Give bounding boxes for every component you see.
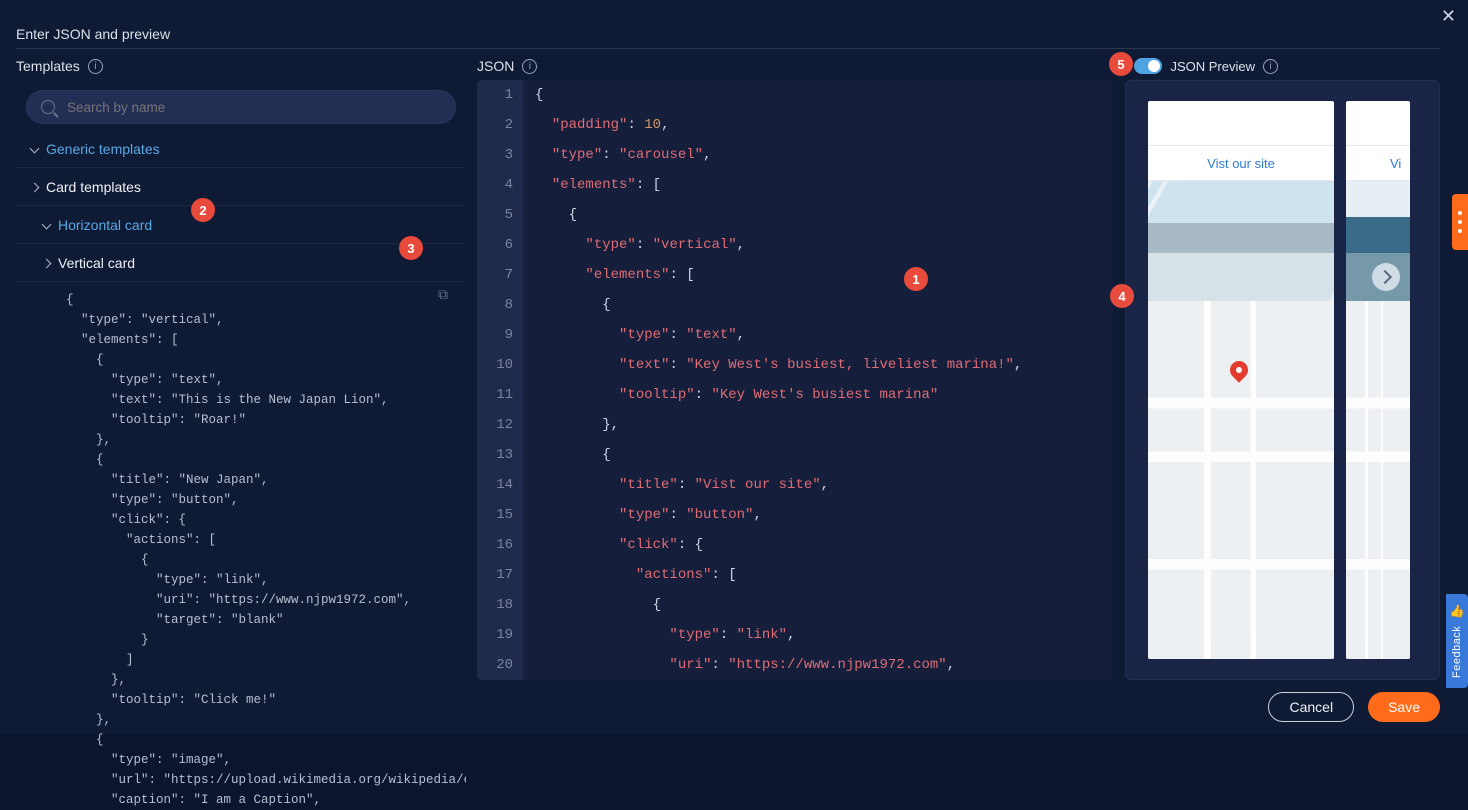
preview-column: Vist our site Vi: [1125, 80, 1440, 680]
dialog-footer: Cancel Save: [1268, 692, 1440, 722]
json-code-area[interactable]: { "padding": 10, "type": "carousel", "el…: [523, 80, 1113, 680]
vertical-card-code-block: ⧉ { "type": "vertical", "elements": [ { …: [16, 282, 466, 810]
json-preview-toggle-group: JSON Preview i: [1134, 58, 1278, 74]
annotation-badge-3: 3: [399, 236, 423, 260]
template-code-snippet[interactable]: { "type": "vertical", "elements": [ { "t…: [16, 282, 466, 810]
thumbs-up-icon: 👍: [1450, 604, 1464, 619]
annotation-badge-1: 1: [904, 267, 928, 291]
preview-card-link[interactable]: Vist our site: [1148, 145, 1334, 181]
templates-column: Generic templates Card templates Horizon…: [16, 80, 466, 680]
chevron-down-icon: [42, 220, 51, 229]
preview-card-1: Vist our site: [1148, 101, 1334, 659]
json-preview-dialog: ✕ Enter JSON and preview Templates i JSO…: [0, 0, 1468, 734]
preview-carousel[interactable]: Vist our site Vi: [1148, 101, 1439, 659]
tree-label: Card templates: [46, 179, 141, 195]
templates-label-text: Templates: [16, 58, 80, 74]
search-icon: [41, 100, 55, 114]
preview-card-map[interactable]: [1148, 301, 1334, 659]
json-label-text: JSON: [477, 58, 514, 74]
json-section-label: JSON i: [477, 58, 537, 74]
template-search-input[interactable]: [65, 99, 441, 116]
preview-card-2: Vi: [1346, 101, 1410, 659]
json-editor-column: 1234567891011121314151617181920 { "paddi…: [477, 80, 1113, 680]
line-number-gutter: 1234567891011121314151617181920: [477, 80, 523, 680]
json-preview-toggle[interactable]: [1134, 58, 1162, 74]
json-editor[interactable]: 1234567891011121314151617181920 { "paddi…: [477, 80, 1113, 680]
tree-generic-templates[interactable]: Generic templates: [16, 130, 466, 168]
close-icon[interactable]: ✕: [1441, 6, 1456, 27]
feedback-label: Feedback: [1451, 625, 1463, 677]
info-icon[interactable]: i: [88, 59, 103, 74]
feedback-tab[interactable]: Feedback 👍: [1446, 594, 1468, 688]
dialog-title: Enter JSON and preview: [16, 26, 170, 42]
card-text-area: [1148, 101, 1334, 145]
preview-card-image: [1148, 181, 1334, 301]
card-text-area: [1346, 101, 1410, 145]
template-search[interactable]: [26, 90, 456, 124]
side-menu-tab[interactable]: [1452, 194, 1468, 250]
chevron-up-icon: [30, 182, 39, 191]
map-pin-icon: [1226, 357, 1251, 382]
annotation-badge-4: 4: [1110, 284, 1134, 308]
chevron-down-icon: [30, 144, 39, 153]
tree-label: Vertical card: [58, 255, 135, 271]
preview-card-image: [1346, 181, 1410, 301]
info-icon[interactable]: i: [522, 59, 537, 74]
preview-card-map[interactable]: [1346, 301, 1410, 659]
templates-section-label: Templates i: [16, 58, 103, 74]
preview-card-link[interactable]: Vi: [1346, 145, 1410, 181]
chevron-up-icon: [42, 258, 51, 267]
tree-horizontal-card[interactable]: Horizontal card: [16, 206, 466, 244]
divider: [16, 48, 1440, 49]
tree-card-templates[interactable]: Card templates: [16, 168, 466, 206]
cancel-button[interactable]: Cancel: [1268, 692, 1354, 722]
save-button[interactable]: Save: [1368, 692, 1440, 722]
annotation-badge-2: 2: [191, 198, 215, 222]
tree-label: Generic templates: [46, 141, 160, 157]
tree-label: Horizontal card: [58, 217, 152, 233]
json-preview-toggle-label: JSON Preview: [1170, 59, 1255, 74]
copy-icon[interactable]: ⧉: [438, 286, 448, 303]
annotation-badge-5: 5: [1109, 52, 1133, 76]
info-icon[interactable]: i: [1263, 59, 1278, 74]
template-tree: Generic templates Card templates Horizon…: [16, 130, 466, 810]
carousel-next-icon[interactable]: [1372, 263, 1400, 291]
